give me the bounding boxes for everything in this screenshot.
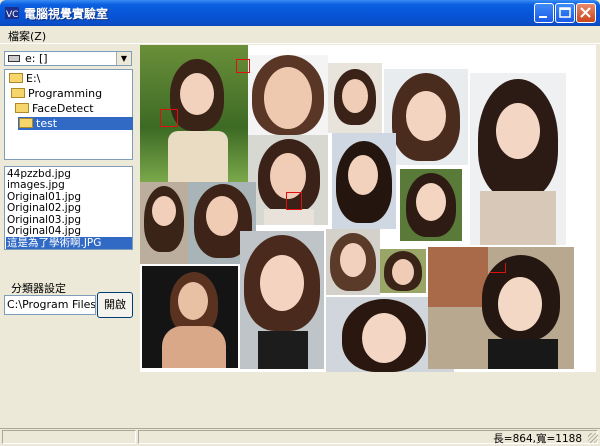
photo-tile xyxy=(470,73,566,245)
minimize-icon xyxy=(539,16,547,18)
close-icon xyxy=(580,7,591,18)
photo-tile xyxy=(400,169,462,241)
photo-tile xyxy=(140,45,248,182)
directory-item[interactable]: E:\ xyxy=(9,72,40,85)
folder-icon xyxy=(15,103,29,113)
status-bar: 長=864,寬=1188 xyxy=(0,428,600,445)
drive-icon xyxy=(8,55,20,62)
app-icon: VC xyxy=(5,7,19,20)
classifier-label: 分類器設定 xyxy=(11,282,66,295)
file-item[interactable]: images.jpg xyxy=(7,179,65,191)
file-item[interactable]: Original04.jpg xyxy=(7,225,81,237)
photo-tile xyxy=(328,63,382,133)
directory-item-selected[interactable]: test xyxy=(19,117,57,130)
photo-tile xyxy=(142,266,238,368)
menu-file[interactable]: 檔案(Z) xyxy=(8,28,46,44)
directory-label: E:\ xyxy=(26,72,41,85)
folder-icon xyxy=(19,118,33,128)
file-item-selected[interactable]: 這是為了學術啊.JPG xyxy=(7,237,101,249)
photo-tile xyxy=(384,69,468,165)
open-button[interactable]: 開啟 xyxy=(97,292,133,318)
folder-icon xyxy=(9,73,23,83)
directory-label: Programming xyxy=(28,87,103,100)
directory-list[interactable]: E:\ Programming FaceDetect test xyxy=(4,69,133,160)
dropdown-arrow-icon[interactable]: ▼ xyxy=(116,52,131,65)
image-canvas xyxy=(140,45,596,372)
resize-grip-icon[interactable] xyxy=(588,433,598,443)
photo-tile xyxy=(380,249,426,293)
photo-tile xyxy=(326,229,380,295)
classifier-path-field[interactable]: C:\Program Files xyxy=(4,295,96,315)
photo-tile xyxy=(140,182,188,264)
file-list[interactable]: 44pzzbd.jpg images.jpg Original01.jpg Or… xyxy=(4,166,133,250)
svg-text:VC: VC xyxy=(6,10,18,20)
directory-label: test xyxy=(36,117,58,130)
maximize-icon xyxy=(559,7,571,18)
status-cell xyxy=(2,430,136,444)
detection-box xyxy=(236,59,250,73)
window-title: 電腦視覺實驗室 xyxy=(24,7,109,21)
maximize-button[interactable] xyxy=(555,3,575,23)
app-window: VC 電腦視覺實驗室 檔案(Z) e: [] ▼ E:\ Programming… xyxy=(0,0,600,445)
directory-item[interactable]: FaceDetect xyxy=(15,102,94,115)
title-bar[interactable]: VC 電腦視覺實驗室 xyxy=(0,0,600,26)
folder-icon xyxy=(11,88,25,98)
directory-label: FaceDetect xyxy=(32,102,94,115)
menu-bar: 檔案(Z) xyxy=(0,26,600,44)
photo-tile xyxy=(248,55,328,135)
drive-label: e: [] xyxy=(25,52,48,65)
detection-box xyxy=(160,109,178,127)
minimize-button[interactable] xyxy=(534,3,554,23)
file-item[interactable]: Original02.jpg xyxy=(7,202,81,214)
detection-box xyxy=(490,263,506,273)
photo-tile xyxy=(248,135,328,225)
directory-item[interactable]: Programming xyxy=(11,87,102,100)
photo-tile xyxy=(332,133,396,229)
detection-box xyxy=(286,192,302,210)
photo-tile xyxy=(240,231,324,369)
drive-select[interactable]: e: [] ▼ xyxy=(4,51,132,66)
close-button[interactable] xyxy=(576,3,596,23)
